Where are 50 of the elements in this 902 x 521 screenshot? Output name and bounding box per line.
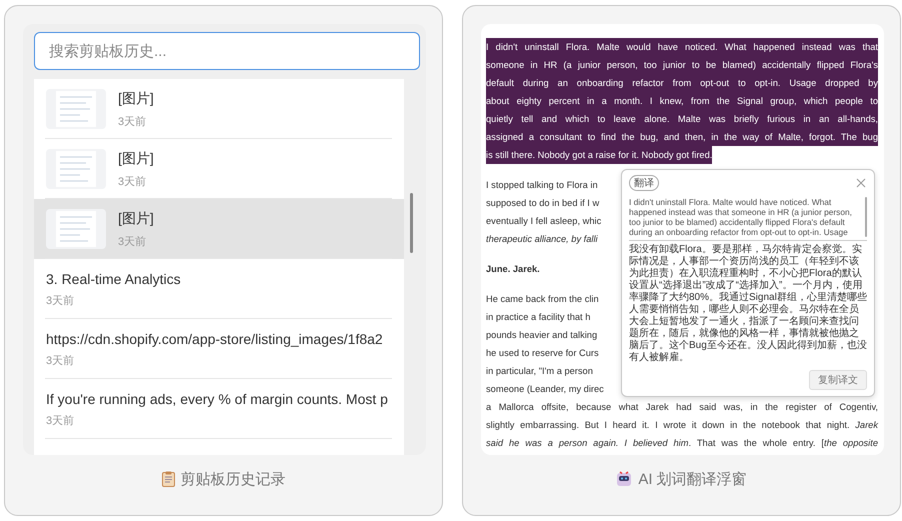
copy-translation-button[interactable]: 复制译文 [809, 370, 867, 390]
item-text: 3. Real-time Analytics [46, 270, 181, 286]
highlighted-text: quietly tell and which to leave alone. Malte was briefly furious in an all-hands, [486, 110, 878, 128]
close-icon [855, 177, 867, 189]
item-time: 3天前 [46, 354, 76, 368]
item-time: 3天前 [118, 234, 148, 248]
item-text: [图片] [118, 150, 154, 168]
caption: AI 划词翻译浮窗 [638, 470, 747, 488]
document-text: in particular, "I'm a person [486, 365, 593, 378]
highlighted-text: I didn't uninstall Flora. Malte would have noticed. What happened instead was that [486, 38, 878, 56]
item-time: 3天前 [118, 174, 148, 188]
item-text: https://cdn.shopify.com/app-store/listing_images/1f8a2 [46, 330, 383, 346]
search-field[interactable]: 搜索剪贴板历史... [34, 32, 420, 70]
item-time: 3天前 [46, 294, 76, 308]
highlighted-text: about eighty percent in a month. I knew, from the Signal group, which people to [486, 92, 878, 110]
highlighted-text: assigned a consultant to find the bug, and then, in the way of Malte, forgot. The bug [486, 128, 878, 146]
document-text: in practice a facility that h [486, 311, 590, 324]
highlighted-text: someone in HR (a junior person, too junior to be blamed) accidentally flipped Flora's [486, 56, 878, 74]
item-text: [图片] [118, 90, 154, 108]
document-text: therapeutic alliance, by falli [486, 233, 598, 246]
item-text: [图片] [118, 210, 154, 228]
document-text: He came back from the clin [486, 293, 599, 306]
caption: 剪贴板历史记录 [180, 470, 286, 488]
scrollbar-thumb[interactable] [410, 193, 413, 253]
clipboard-icon [162, 471, 174, 487]
document-text: he used to reserve for Curs [486, 347, 599, 360]
source-text: I didn't uninstall Flora. Malte would have noticed. What happened instead was that someone in HR (a junior person, too junior to be blamed) accidentally flipped Flora's default during an onboarding refactor from opt-out to opt-in. Usage [629, 197, 854, 237]
document-text: a Mallorca offsite, because what Jarek had said was, in the register of Cogentiv, [486, 401, 878, 414]
document-text: someone (Leander, my direc [486, 383, 604, 396]
screenshot-thumbnail [46, 209, 106, 249]
screenshot-thumbnail [46, 149, 106, 189]
robot-icon [616, 471, 632, 487]
document-text: pounds heavier and talking [486, 329, 598, 342]
item-time: 3天前 [118, 114, 148, 128]
document-text: supposed to do in bed if I w [486, 197, 600, 210]
document-heading: June. Jarek. [486, 263, 540, 276]
history-item[interactable]: [图片] 3天前 [34, 199, 404, 259]
document-text: I stopped talking to Flora in [486, 179, 598, 192]
document-text: said he was a person again. I believed him. That was the whole entry. [the opposite [486, 437, 878, 450]
translation-text: 我没有卸载Flora。要是那样，马尔特肯定会察觉。实际情况是，人事部一个资历尚浅的员工（年轻到不该为此担责）在入职流程重构时，不小心把Flora的默认设置从“选择退出”改成了“选择加入”。一个月内，使用率骤降了大约80%。我通过Signal群组，心里清楚哪些人需要悄悄告知，哪些人则不必理会。马尔特在全员大会上短暂地发了一通火，指派了一名顾问来查找问题所在，随后，就像他的风格一样，事情就被他抛之脑后了。这个Bug至今还在。没人因此得到加薪，也没有人被解雇。 [629, 244, 867, 364]
item-text: If you're running ads, every % of margin counts. Most p [46, 390, 388, 406]
close-button[interactable] [855, 177, 867, 189]
item-time: 3天前 [46, 414, 76, 428]
translate-tag: 翻译 [629, 175, 659, 191]
scrollbar-thumb[interactable] [865, 197, 867, 237]
document-text: eventually I fell asleep, whic [486, 215, 602, 228]
document-text: slightly embarrassing. But I heard it. I wrote it down in the notebook that night. Jarek [486, 419, 878, 432]
highlighted-text: is still there. Nobody got a raise for it. Nobody got fired. [486, 146, 712, 164]
screenshot-thumbnail [46, 89, 106, 129]
highlighted-text: default during an onboarding refactor from opt-out to opt-in. Usage dropped by [486, 74, 878, 92]
